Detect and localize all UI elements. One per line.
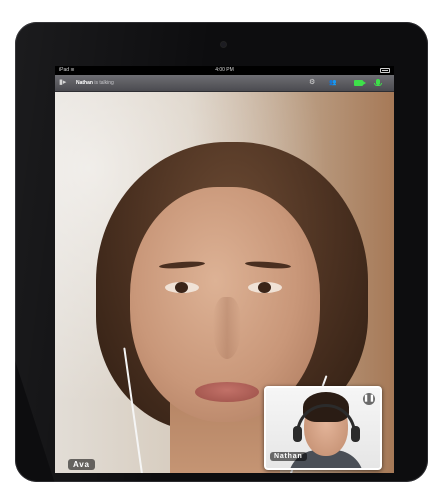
remote-participant-name: Ava bbox=[68, 459, 95, 470]
video-camera-icon[interactable] bbox=[354, 80, 366, 86]
gear-icon[interactable]: ⚙ bbox=[309, 79, 315, 87]
right-eye bbox=[248, 282, 282, 293]
pause-icon[interactable]: ❚❚ bbox=[363, 393, 375, 405]
talking-status: Nathan is talking bbox=[76, 75, 114, 91]
call-toolbar: ▮▸ Nathan is talking ⚙ 👥 bbox=[55, 75, 394, 92]
self-view-video[interactable]: ❚❚ Nathan bbox=[264, 386, 382, 470]
caller-name: Nathan bbox=[76, 80, 93, 86]
headset-ear-right bbox=[351, 426, 360, 442]
caller-status: is talking bbox=[94, 80, 114, 86]
nose bbox=[213, 297, 241, 359]
headset-ear-left bbox=[293, 426, 302, 442]
microphone-icon[interactable] bbox=[374, 79, 382, 86]
self-participant-name: Nathan bbox=[270, 452, 307, 461]
collapse-panel-icon[interactable]: ▮▸ bbox=[59, 79, 69, 87]
participants-icon[interactable]: 👥 bbox=[329, 79, 336, 87]
left-eye bbox=[165, 282, 199, 293]
battery-icon bbox=[380, 68, 390, 73]
front-camera bbox=[221, 42, 226, 47]
clock: 4:00 PM bbox=[215, 67, 234, 73]
status-bar: iPad ≋ 4:00 PM bbox=[55, 66, 394, 75]
lips bbox=[195, 382, 259, 402]
